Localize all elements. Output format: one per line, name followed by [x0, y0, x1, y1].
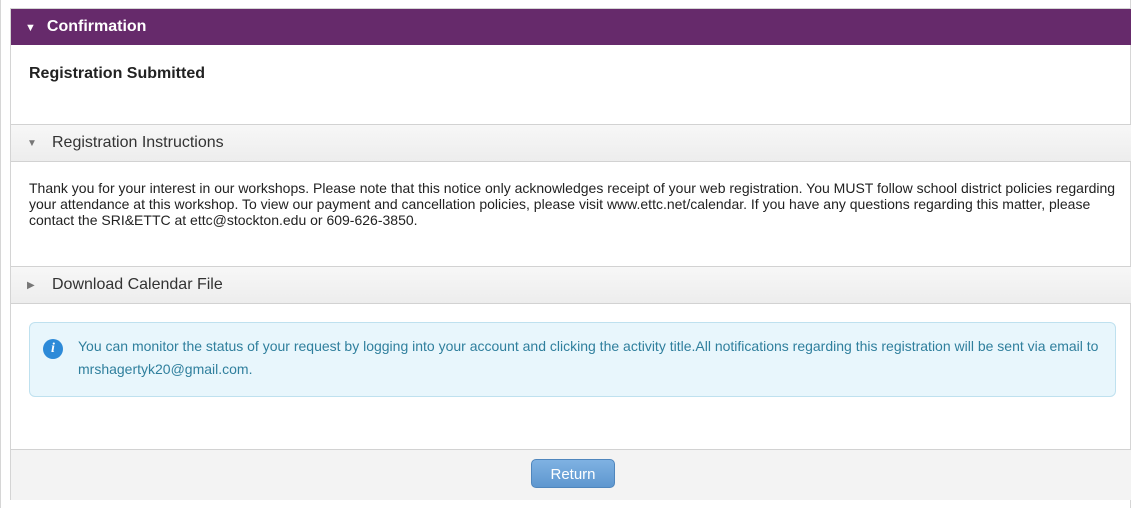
registration-status-title: Registration Submitted — [29, 65, 206, 82]
footer-bar: Return — [11, 449, 1131, 500]
confirmation-panel: ▼ Confirmation Registration Submitted ▼ … — [10, 8, 1131, 500]
download-calendar-toggle[interactable]: ▶ Download Calendar File — [11, 266, 1131, 304]
info-icon: i — [43, 339, 63, 359]
page: ▼ Confirmation Registration Submitted ▼ … — [0, 0, 1131, 508]
caret-right-icon: ▶ — [27, 279, 35, 291]
registration-instructions-text: Thank you for your interest in our works… — [29, 180, 1116, 228]
caret-down-icon: ▼ — [27, 137, 37, 149]
header-title: Confirmation — [46, 18, 147, 35]
info-alert: i You can monitor the status of your req… — [29, 322, 1116, 397]
section-title: Registration Instructions — [52, 134, 224, 151]
section-title: Download Calendar File — [52, 276, 223, 293]
registration-instructions-toggle[interactable]: ▼ Registration Instructions — [11, 124, 1131, 162]
confirmation-header[interactable]: ▼ Confirmation — [11, 9, 1131, 45]
caret-down-icon: ▼ — [25, 22, 36, 34]
return-button[interactable]: Return — [531, 459, 615, 488]
info-alert-text: You can monitor the status of your reque… — [78, 338, 1099, 377]
